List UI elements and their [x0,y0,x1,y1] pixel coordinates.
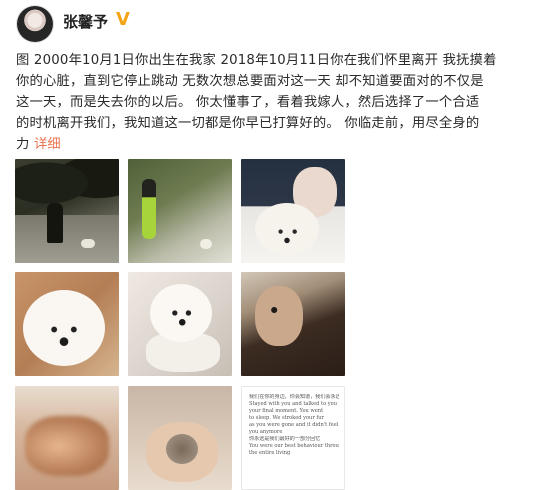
photo-green-jacket[interactable] [128,159,232,263]
dog-shape [81,239,95,248]
text-card-line: your final moment. You went [249,408,324,414]
post-last-word: 力 [16,137,30,152]
text-card-line: 我们在你的身边，你会知道，我们会永远爱你 [249,394,339,400]
text-card-line: Stayed with you and talked to you until [249,401,339,407]
post-line: 你的心脏，直到它停止跳动 无数次想总要面对这一天 却不知道要面对的不仅是 [16,74,484,89]
post-line: 图 2000年10月1日你出生在我家 2018年10月11日你在我们怀里离开 我… [16,53,497,68]
photo-text-card[interactable]: 我们在你的身边，你会知道，我们会永远爱你 Stayed with you and… [241,386,345,490]
photo-selfie-with-dog[interactable] [241,159,345,263]
blurred-subject [25,416,109,476]
person-silhouette [142,179,156,239]
post-line-last: 力 详细 [16,134,536,155]
dog-shape [255,286,303,346]
path-shape [15,215,119,263]
text-card-content: 我们在你的身边，你会知道，我们会永远爱你 Stayed with you and… [249,394,339,457]
photo-blurred[interactable] [15,386,119,490]
person-silhouette [47,203,63,243]
post-line: 这一天，而是失去你的以后。 你太懂事了，看着我嫁人，然后选择了一个合适 [16,95,480,110]
dog-face [23,290,105,366]
text-card-line: You were our best behaviour through [249,443,339,449]
text-card-line: you anymore [249,429,283,435]
dog-shape [200,239,212,249]
post-line: 的时机离开我们，我知道这一切都是你早已打算好的。 你临走前，用尽全身的 [16,116,480,131]
text-card-line: as you were gone and it didn't feel like [249,422,339,428]
username[interactable]: 张馨予 [63,12,108,32]
avatar[interactable] [17,6,53,42]
dog-face [150,284,212,342]
text-card-line: the entire living [249,450,291,456]
photo-night-walk[interactable] [15,159,119,263]
verified-badge-icon: V [116,9,130,30]
photo-dog-on-floor[interactable] [241,272,345,376]
text-card-line: to sleep. We stroked your fur [249,415,324,421]
dog-face [255,203,319,255]
fur-shape [166,434,198,464]
trees-shape [15,159,119,219]
photo-hand-fur[interactable] [128,386,232,490]
photo-white-poodle-held[interactable] [15,272,119,376]
post-text: 图 2000年10月1日你出生在我家 2018年10月11日你在我们怀里离开 我… [16,50,536,155]
text-card-line: 你永远是我们最好的一部分回忆 [249,436,321,442]
more-link[interactable]: 详细 [34,137,61,152]
photo-poodle-closeup[interactable] [128,272,232,376]
